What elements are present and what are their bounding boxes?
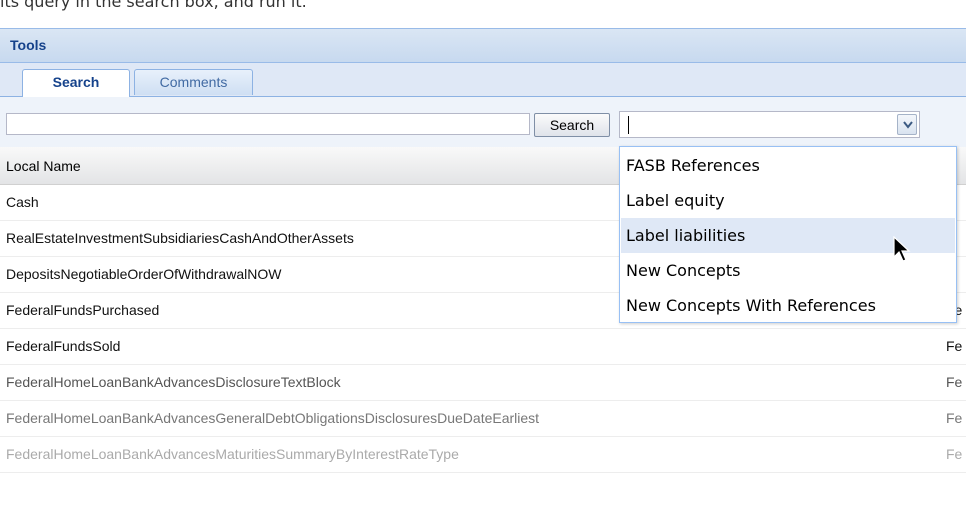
cell-local-name: FederalHomeLoanBankAdvancesMaturitiesSum… [6,446,459,462]
panel-header: Tools [0,29,966,63]
tab-search[interactable]: Search [22,69,130,97]
cell-local-name: FederalFundsPurchased [6,302,160,318]
tab-strip: Search Comments [0,63,966,97]
panel-title: Tools [10,37,47,53]
table-row[interactable]: FederalHomeLoanBankAdvancesMaturitiesSum… [0,437,966,473]
cell-local-name: FederalHomeLoanBankAdvancesDisclosureTex… [6,374,341,390]
cell-col2: Fe [946,338,963,354]
cell-local-name: Cash [6,194,39,210]
instruction-caption: its query in the search box, and run it. [0,0,307,11]
search-toolbar: Search [0,97,966,147]
text-cursor [628,116,629,134]
dropdown-option[interactable]: New Concepts With References [621,288,955,323]
cell-local-name: DepositsNegotiableOrderOfWithdrawalNOW [6,266,282,282]
cell-local-name: RealEstateInvestmentSubsidiariesCashAndO… [6,230,354,246]
search-input[interactable] [6,113,530,135]
cell-local-name: FederalHomeLoanBankAdvancesGeneralDebtOb… [6,410,540,426]
search-button[interactable]: Search [534,113,610,137]
query-dropdown-list: FASB References Label equity Label liabi… [619,146,957,323]
cell-col2: Fe [946,446,963,462]
query-combo[interactable] [619,111,920,138]
dropdown-option[interactable]: Label equity [621,183,955,218]
cell-col2: Fe [946,410,963,426]
column-header-local-name[interactable]: Local Name [6,158,81,174]
cell-col2: Fe [946,374,963,390]
dropdown-option[interactable]: FASB References [621,148,955,183]
chevron-down-icon [903,121,913,129]
combo-dropdown-trigger[interactable] [897,114,917,135]
table-row[interactable]: FederalHomeLoanBankAdvancesGeneralDebtOb… [0,401,966,437]
mouse-pointer-icon [893,236,911,262]
table-row[interactable]: FederalFundsSold Fe [0,329,966,365]
table-row[interactable]: FederalHomeLoanBankAdvancesDisclosureTex… [0,365,966,401]
cell-local-name: FederalFundsSold [6,338,121,354]
tab-comments[interactable]: Comments [134,69,253,95]
